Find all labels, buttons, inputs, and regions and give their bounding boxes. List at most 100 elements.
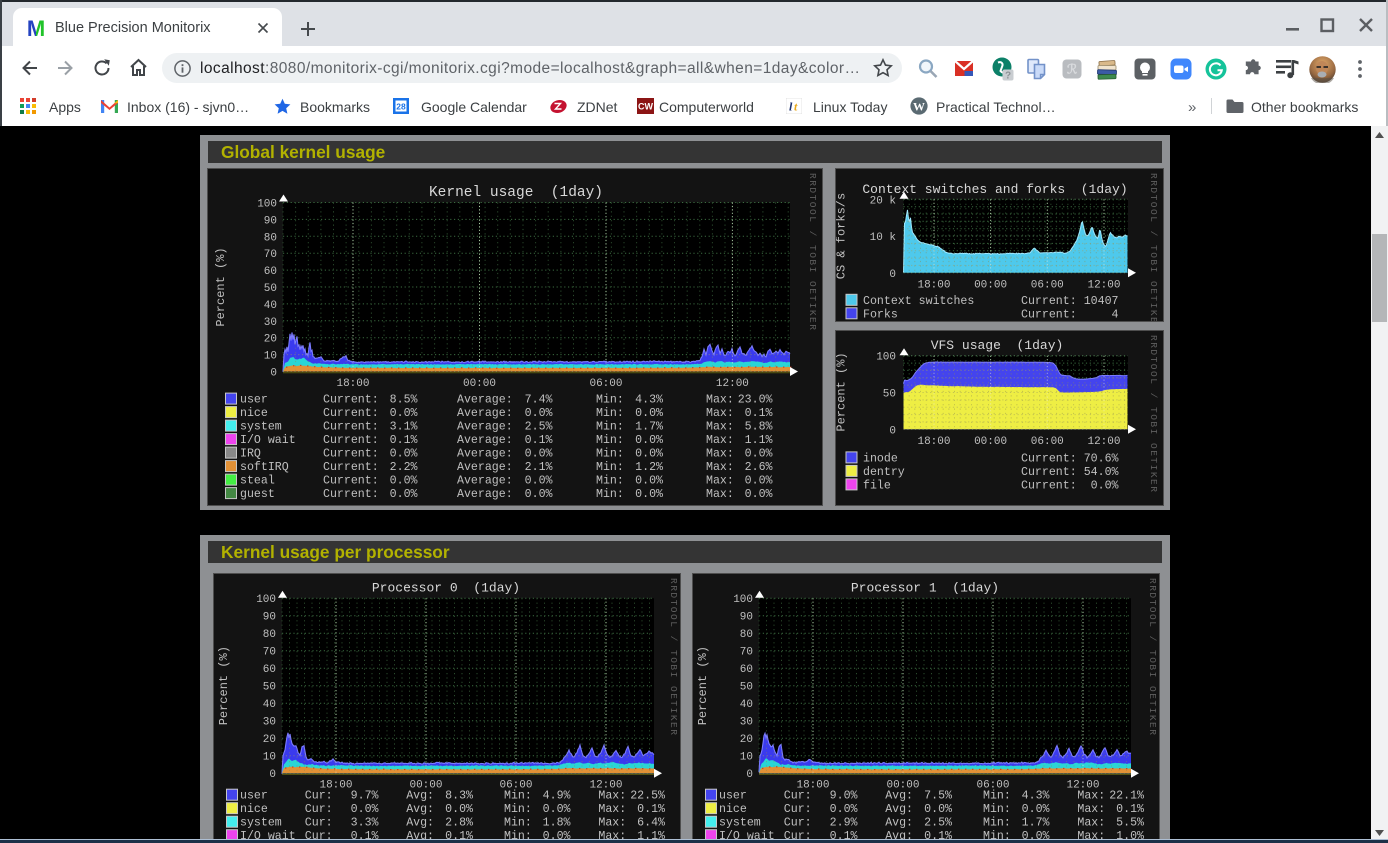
svg-text:0.0%: 0.0% — [745, 488, 773, 501]
svg-text:20: 20 — [263, 734, 276, 746]
svg-text:Current:: Current: — [323, 461, 379, 474]
svg-text:10: 10 — [263, 752, 276, 764]
svg-text:Cur:: Cur: — [784, 817, 812, 830]
svg-text:Average:: Average: — [457, 394, 513, 407]
svg-text:Max:: Max: — [1077, 817, 1105, 830]
svg-text:0.0%: 0.0% — [830, 803, 858, 816]
svg-text:0.0%: 0.0% — [1091, 479, 1119, 492]
svg-text:0.0%: 0.0% — [390, 448, 418, 461]
svg-text:06:00: 06:00 — [589, 378, 622, 390]
svg-text:8.5%: 8.5% — [390, 394, 418, 407]
svg-text:RRDTOOL / TOBI OETIKER: RRDTOOL / TOBI OETIKER — [668, 578, 679, 736]
svg-text:2.1%: 2.1% — [525, 461, 553, 474]
svg-text:0.0%: 0.0% — [745, 448, 773, 461]
svg-text:Min:: Min: — [983, 803, 1011, 816]
svg-text:7.4%: 7.4% — [525, 394, 553, 407]
svg-text:20: 20 — [264, 334, 277, 346]
svg-text:1.7%: 1.7% — [635, 421, 663, 434]
svg-text:Max:: Max: — [1077, 803, 1105, 816]
svg-text:nice: nice — [719, 803, 747, 816]
svg-text:Average:: Average: — [457, 488, 513, 501]
svg-text:28: 28 — [396, 102, 406, 112]
svg-text:Average:: Average: — [457, 461, 513, 474]
svg-text:Max:: Max: — [1077, 790, 1105, 803]
svg-text:Cur:: Cur: — [305, 817, 333, 830]
svg-text:Max:: Max: — [706, 488, 734, 501]
svg-text:nice: nice — [240, 803, 268, 816]
svg-text:30: 30 — [264, 317, 277, 329]
svg-text:Cur:: Cur: — [784, 790, 812, 803]
svg-text:Min:: Min: — [504, 803, 532, 816]
svg-text:Min:: Min: — [596, 421, 624, 434]
svg-text:Min:: Min: — [596, 407, 624, 420]
svg-text:70: 70 — [263, 647, 276, 659]
svg-text:Forks: Forks — [863, 308, 898, 321]
svg-text:50: 50 — [264, 283, 277, 295]
svg-text:Cur:: Cur: — [305, 803, 333, 816]
svg-text:10: 10 — [740, 752, 753, 764]
svg-text:2.6%: 2.6% — [745, 461, 773, 474]
svg-text:system: system — [240, 817, 282, 830]
svg-text:Max:: Max: — [706, 448, 734, 461]
svg-text:Current:: Current: — [1021, 308, 1077, 321]
svg-text:10407: 10407 — [1084, 295, 1119, 308]
svg-text:softIRQ: softIRQ — [240, 461, 289, 474]
svg-text:Max:: Max: — [598, 790, 626, 803]
svg-text:0.0%: 0.0% — [351, 803, 379, 816]
svg-text:system: system — [240, 421, 282, 434]
svg-text:Avg:: Avg: — [406, 817, 434, 830]
svg-text:Min:: Min: — [504, 790, 532, 803]
svg-text:40: 40 — [264, 300, 277, 312]
svg-text:2.8%: 2.8% — [445, 817, 473, 830]
svg-text:dentry: dentry — [863, 466, 905, 479]
svg-text:Average:: Average: — [457, 407, 513, 420]
svg-text:4.3%: 4.3% — [635, 394, 663, 407]
svg-text:guest: guest — [240, 488, 275, 501]
svg-text:00:00: 00:00 — [463, 378, 496, 390]
svg-text:18:00: 18:00 — [917, 436, 950, 448]
svg-text:0.1%: 0.1% — [745, 407, 773, 420]
svg-text:30: 30 — [740, 717, 753, 729]
svg-text:10 k: 10 k — [870, 232, 897, 244]
svg-text:CS & forks/s: CS & forks/s — [835, 193, 849, 279]
svg-text:3.1%: 3.1% — [390, 421, 418, 434]
svg-text:Max:: Max: — [706, 421, 734, 434]
svg-text:12:00: 12:00 — [1087, 279, 1120, 291]
svg-text:4: 4 — [1112, 308, 1119, 321]
svg-text:Current:: Current: — [1021, 452, 1077, 465]
svg-text:0.0%: 0.0% — [635, 475, 663, 488]
svg-text:inode: inode — [863, 452, 898, 465]
svg-text:Current:: Current: — [323, 394, 379, 407]
svg-text:Max:: Max: — [706, 407, 734, 420]
svg-text:60: 60 — [740, 664, 753, 676]
svg-text:2.5%: 2.5% — [924, 817, 952, 830]
svg-text:0.1%: 0.1% — [1116, 803, 1144, 816]
svg-text:Context switches: Context switches — [863, 295, 974, 308]
svg-text:9.7%: 9.7% — [351, 790, 379, 803]
svg-text:Current:: Current: — [323, 475, 379, 488]
svg-text:0.0%: 0.0% — [543, 803, 571, 816]
svg-text:I/O wait: I/O wait — [240, 434, 296, 447]
svg-text:Min:: Min: — [596, 475, 624, 488]
svg-text:0.0%: 0.0% — [525, 407, 553, 420]
svg-text:18:00: 18:00 — [917, 279, 950, 291]
svg-text:2.2%: 2.2% — [390, 461, 418, 474]
svg-text:5.8%: 5.8% — [745, 421, 773, 434]
svg-text:Min:: Min: — [983, 817, 1011, 830]
svg-text:Min:: Min: — [596, 394, 624, 407]
svg-text:Current:: Current: — [1021, 466, 1077, 479]
svg-text:Percent (%): Percent (%) — [835, 352, 849, 431]
svg-text:20 k: 20 k — [870, 195, 897, 207]
svg-text:0.0%: 0.0% — [525, 488, 553, 501]
svg-text:0.0%: 0.0% — [390, 488, 418, 501]
svg-text:Max:: Max: — [706, 394, 734, 407]
svg-text:1.2%: 1.2% — [635, 461, 663, 474]
svg-text:90: 90 — [740, 612, 753, 624]
svg-text:user: user — [240, 790, 268, 803]
svg-text:Average:: Average: — [457, 475, 513, 488]
svg-text:system: system — [719, 817, 761, 830]
svg-text:Max:: Max: — [706, 434, 734, 447]
svg-text:80: 80 — [264, 232, 277, 244]
svg-text:Current:: Current: — [323, 434, 379, 447]
svg-text:Average:: Average: — [457, 448, 513, 461]
